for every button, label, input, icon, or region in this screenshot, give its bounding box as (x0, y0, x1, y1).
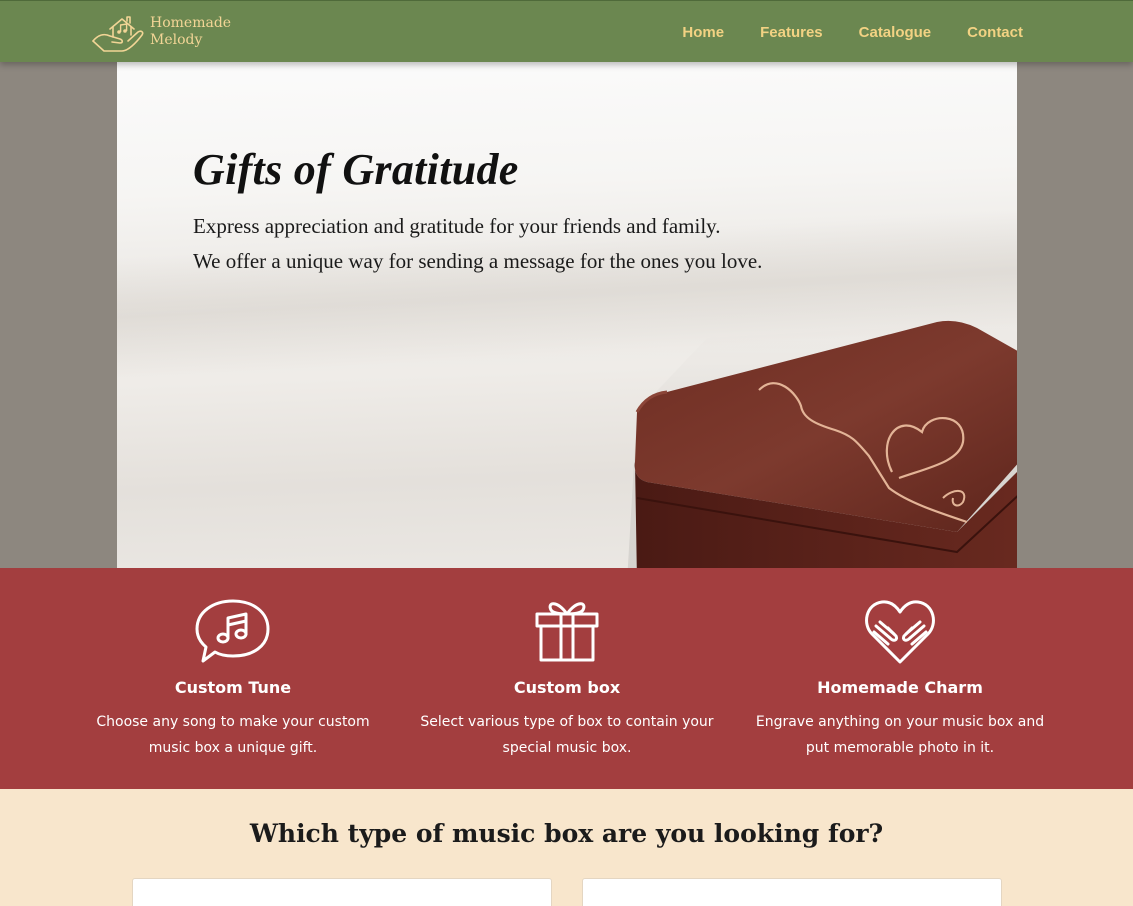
catalog-section: Which type of music box are you looking … (0, 789, 1133, 906)
feature-title-custom-tune: Custom Tune (174, 678, 292, 697)
nav-link-home[interactable]: Home (682, 24, 724, 41)
nav-link-contact[interactable]: Contact (967, 24, 1023, 41)
nav-links: Home Features Catalogue Contact (646, 1, 1023, 63)
brand-name-line1: Homemade (150, 15, 232, 31)
feature-title-custom-box: Custom box (513, 678, 621, 697)
feature-custom-box: Custom box Select various type of box to… (402, 568, 732, 761)
brand-name: Homemade Melody (150, 15, 231, 49)
hero-line-2: We offer a unique way for sending a mess… (193, 249, 763, 273)
gift-box-icon (535, 602, 599, 662)
hero-title: Gifts of Gratitude (193, 145, 519, 194)
hero-line-1: Express appreciation and gratitude for y… (193, 214, 721, 238)
house-hand-music-icon (92, 16, 144, 52)
feature-custom-tune: Custom Tune Choose any song to make your… (68, 568, 398, 761)
catalog-card[interactable] (132, 878, 552, 906)
music-box-image (627, 320, 1017, 568)
nav-link-features[interactable]: Features (760, 24, 823, 41)
brand-link[interactable]: Homemade Melody (90, 11, 231, 53)
hero-banner: Gifts of Gratitude Express appreciation … (117, 62, 1017, 568)
feature-homemade-charm: Homemade Charm Engrave anything on your … (735, 568, 1065, 761)
feature-desc-custom-box: Select various type of box to contain yo… (420, 714, 714, 756)
nav-link-catalogue[interactable]: Catalogue (859, 24, 932, 41)
catalog-heading: Which type of music box are you looking … (249, 819, 884, 848)
feature-desc-homemade-charm: Engrave anything on your music box and p… (755, 714, 1045, 756)
heart-hands-icon (865, 600, 935, 664)
feature-title-homemade-charm: Homemade Charm (817, 678, 983, 697)
hero-description: Express appreciation and gratitude for y… (193, 209, 762, 279)
features-section: Custom Tune Choose any song to make your… (0, 568, 1133, 789)
catalog-card[interactable] (582, 878, 1002, 906)
feature-desc-custom-tune: Choose any song to make your custom musi… (96, 714, 370, 756)
navbar: Homemade Melody Home Features Catalogue … (0, 0, 1133, 62)
brand-name-line2: Melody (150, 32, 203, 48)
music-chat-bubble-icon (195, 599, 270, 663)
